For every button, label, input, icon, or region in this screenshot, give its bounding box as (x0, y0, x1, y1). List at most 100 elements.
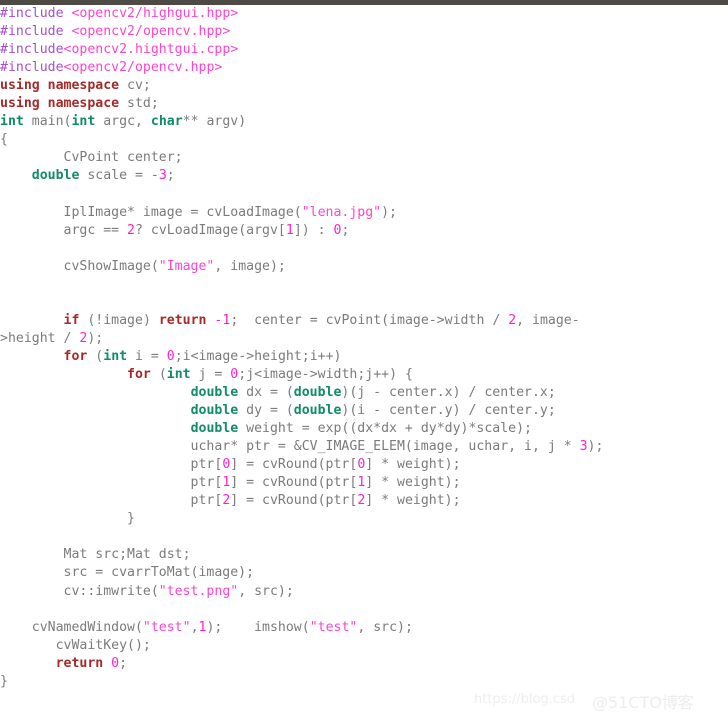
code-token: } (0, 673, 8, 689)
code-token: src = cvarrToMat(image); (0, 565, 255, 581)
code-token: ; (119, 655, 128, 671)
code-token: for (127, 366, 151, 382)
code-token: ;j<image->width;j++) { (238, 366, 413, 382)
code-token: int (0, 114, 24, 130)
code-token: 2 (508, 312, 517, 328)
code-line: CvPoint center; (0, 149, 728, 167)
code-line: ptr[2] = cvRound(ptr[2] * weight); (0, 492, 728, 510)
code-token: 0 (111, 655, 120, 671)
code-token: , src); (357, 619, 413, 635)
code-line: ptr[1] = cvRound(ptr[1] * weight); (0, 474, 728, 492)
code-token: j = (190, 366, 231, 382)
code-line: if (!image) return -1; center = cvPoint(… (0, 312, 728, 330)
code-line: using namespace cv; (0, 77, 728, 95)
code-token: argc == (0, 222, 128, 238)
code-line: } (0, 510, 728, 528)
code-token: #include (0, 24, 64, 40)
code-line: double dx = (double)(j - center.x) / cen… (0, 384, 728, 402)
code-token: uchar* ptr = &CV_IMAGE_ELEM(image, uchar… (0, 439, 580, 455)
code-token: , src); (238, 583, 294, 599)
code-line: Mat src;Mat dst; (0, 546, 728, 564)
code-token: "Image" (158, 258, 215, 274)
code-token: -3 (150, 168, 167, 184)
code-token: ] = cvRound(ptr[ (230, 475, 358, 491)
code-token: return (158, 312, 207, 328)
code-token: cvShowImage( (0, 258, 159, 274)
code-token: <opencv2/opencv.hpp> (63, 60, 223, 76)
code-line: double weight = exp((dx*dx + dy*dy)*scal… (0, 420, 728, 438)
code-token: int (71, 114, 96, 130)
code-token: ] = cvRound(ptr[ (230, 457, 358, 473)
code-token: i = (127, 348, 167, 364)
code-token: ] * weight); (365, 493, 461, 509)
code-token: cv; (119, 78, 151, 94)
code-token: for (63, 348, 88, 364)
code-token: ] * weight); (365, 457, 461, 473)
code-token: ptr[ (0, 475, 223, 491)
code-token: ; (341, 222, 350, 238)
code-token: 0 (166, 348, 175, 364)
code-line: int main(int argc, char** argv) (0, 113, 728, 131)
code-token: dy = ( (238, 403, 294, 419)
code-token: <opencv2/opencv.hpp> (71, 24, 231, 40)
code-token: ;i<image->height;i++) (174, 348, 342, 364)
code-token: double (293, 384, 342, 400)
code-token: "lena.jpg" (301, 204, 382, 220)
code-token: ); imshow( (206, 619, 310, 635)
code-token: double (190, 421, 239, 437)
code-token: double (190, 403, 239, 419)
code-token: , image); (214, 258, 286, 274)
code-token: <opencv2/highgui.hpp> (71, 6, 239, 21)
code-token: { (0, 132, 8, 148)
code-token: int (103, 348, 128, 364)
code-line: ptr[0] = cvRound(ptr[0] * weight); (0, 456, 728, 474)
code-token: ** argv) (182, 114, 247, 130)
code-token: double (293, 403, 342, 419)
code-line: #include <opencv2/opencv.hpp> (0, 23, 728, 41)
code-line: double scale = -3; (0, 167, 728, 185)
code-token: std; (119, 96, 159, 112)
code-token: CvPoint center; (0, 150, 183, 166)
code-token: double (31, 168, 80, 184)
watermark-brand: @51CTO博客 (592, 693, 694, 712)
code-token: >height / (0, 330, 80, 346)
code-token: weight = exp((dx*dx + dy*dy)*scale); (238, 421, 532, 437)
code-token: )(i - center.y) / center.y; (341, 403, 556, 419)
code-token: argc, (95, 114, 151, 130)
code-line: #include<opencv2.hightgui.cpp> (0, 41, 728, 59)
code-token: "test.png" (158, 583, 239, 599)
code-token: ptr[ (0, 493, 223, 509)
code-token: dx = ( (238, 384, 294, 400)
code-line: double dy = (double)(i - center.y) / cen… (0, 402, 728, 420)
code-line: #include <opencv2/highgui.hpp> (0, 5, 728, 23)
code-token: ); (381, 204, 397, 220)
code-line: cvWaitKey(); (0, 637, 728, 655)
code-token: if (63, 312, 80, 328)
code-token: #include (0, 6, 64, 21)
code-token: using namespace (0, 78, 120, 94)
code-line: cvNamedWindow("test",1); imshow("test", … (0, 619, 728, 637)
code-token: Mat src;Mat dst; (0, 547, 191, 563)
code-token: ( (87, 348, 104, 364)
code-token: 2 (127, 222, 135, 238)
code-block[interactable]: #include <opencv2/highgui.hpp> #include <… (0, 5, 728, 691)
code-line: for (int j = 0;j<image->width;j++) { (0, 366, 728, 384)
code-token: "test" (142, 619, 191, 635)
code-line: #include<opencv2/opencv.hpp> (0, 59, 728, 77)
code-token: cv::imwrite( (0, 583, 159, 599)
watermark: https://blog.csd @51CTO博客 (474, 688, 728, 714)
code-token: using namespace (0, 96, 120, 112)
code-token: char (150, 114, 183, 130)
code-line: cv::imwrite("test.png", src); (0, 583, 728, 601)
code-token: } (0, 511, 135, 527)
code-token: ] = cvRound(ptr[ (230, 493, 358, 509)
code-token: ; center = cvPoint(image->width / (230, 312, 509, 328)
